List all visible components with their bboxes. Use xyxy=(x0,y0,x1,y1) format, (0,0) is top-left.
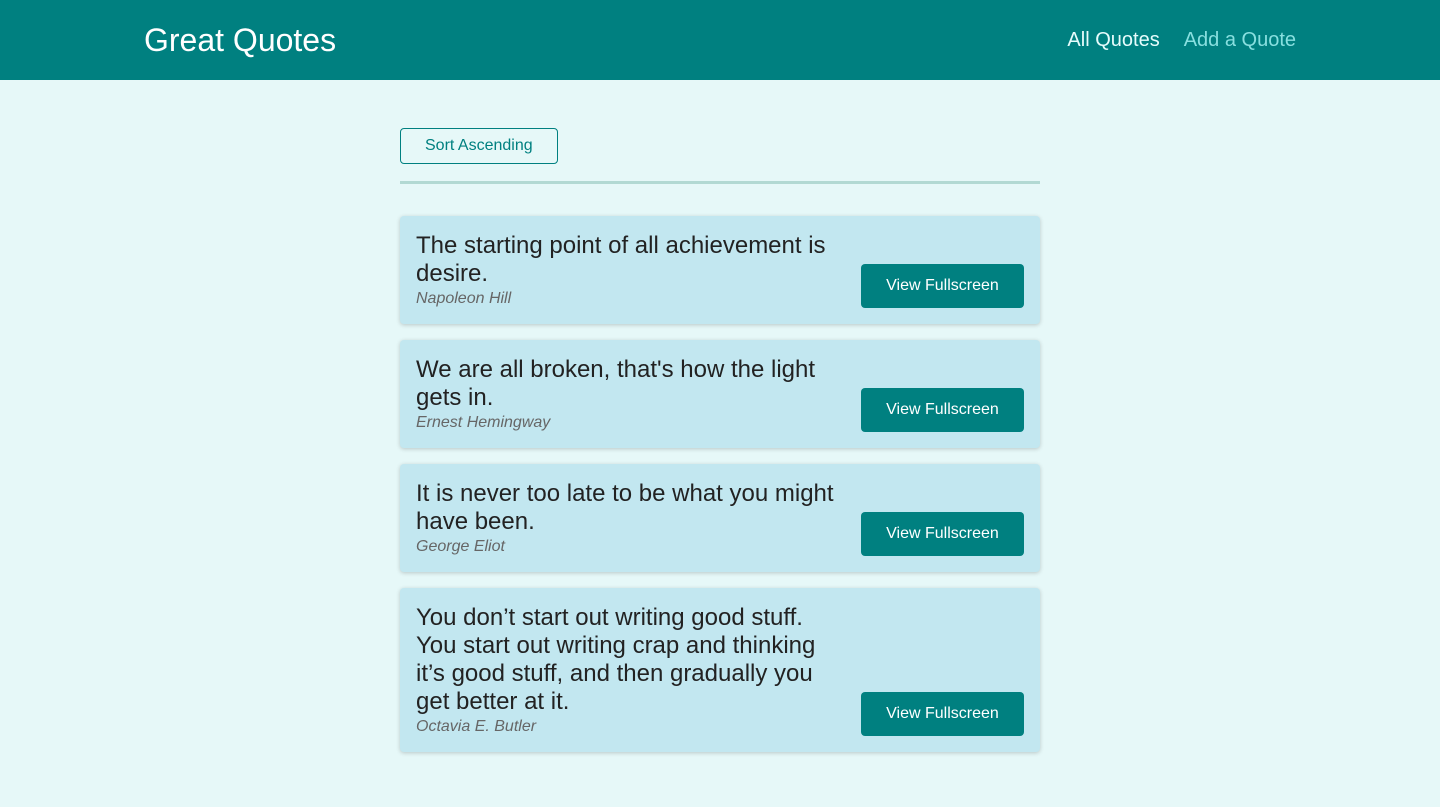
quote-card: We are all broken, that's how the light … xyxy=(400,340,1040,448)
quote-card: The starting point of all achievement is… xyxy=(400,216,1040,324)
quote-card: You don’t start out writing good stuff. … xyxy=(400,588,1040,752)
quote-text: We are all broken, that's how the light … xyxy=(416,356,816,411)
main-content: Sort Ascending The starting point of all… xyxy=(400,128,1040,752)
nav-link-all-quotes[interactable]: All Quotes xyxy=(1067,29,1159,52)
main-nav: All Quotes Add a Quote xyxy=(1067,29,1296,52)
view-fullscreen-button[interactable]: View Fullscreen xyxy=(861,264,1024,308)
quote-author: Napoleon Hill xyxy=(416,290,512,307)
quote-text: You don’t start out writing good stuff. … xyxy=(416,604,816,715)
view-fullscreen-button[interactable]: View Fullscreen xyxy=(861,692,1024,736)
sort-bar: Sort Ascending xyxy=(400,128,1040,184)
quote-card: It is never too late to be what you migh… xyxy=(400,464,1040,572)
quote-body: We are all broken, that's how the light … xyxy=(416,356,846,432)
quote-body: You don’t start out writing good stuff. … xyxy=(416,604,846,736)
quote-body: It is never too late to be what you migh… xyxy=(416,480,846,556)
view-fullscreen-button[interactable]: View Fullscreen xyxy=(861,388,1024,432)
sort-ascending-button[interactable]: Sort Ascending xyxy=(400,128,558,164)
app-logo-title: Great Quotes xyxy=(144,21,337,58)
app-header: Great Quotes All Quotes Add a Quote xyxy=(0,0,1440,80)
quote-author: Ernest Hemingway xyxy=(416,414,551,431)
quote-text: The starting point of all achievement is… xyxy=(416,232,826,287)
quote-author: George Eliot xyxy=(416,538,505,555)
quote-author: Octavia E. Butler xyxy=(416,718,537,735)
quote-body: The starting point of all achievement is… xyxy=(416,232,846,308)
view-fullscreen-button[interactable]: View Fullscreen xyxy=(861,512,1024,556)
quote-text: It is never too late to be what you migh… xyxy=(416,480,834,535)
nav-link-add-quote[interactable]: Add a Quote xyxy=(1184,29,1296,52)
quote-list: The starting point of all achievement is… xyxy=(400,216,1040,752)
